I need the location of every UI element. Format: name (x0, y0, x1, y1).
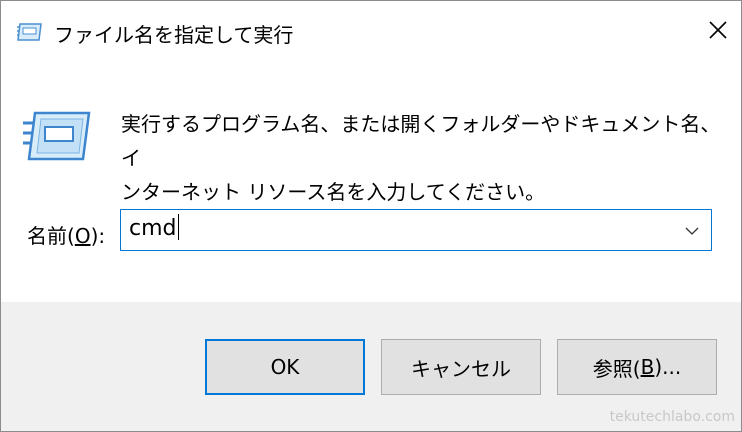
ok-button[interactable]: OK (205, 339, 365, 395)
name-input[interactable]: cmd (129, 214, 179, 242)
close-button[interactable] (695, 1, 741, 63)
run-dialog: ファイル名を指定して実行 実行するプログラム名、または開くフォルダーやドキュメン (0, 0, 742, 432)
dropdown-button[interactable] (679, 217, 705, 243)
browse-label-prefix: 参照( (592, 356, 641, 381)
name-label-suffix: ): (90, 224, 106, 248)
title-bar: ファイル名を指定して実行 (1, 1, 741, 63)
run-app-icon (17, 21, 43, 43)
button-bar: OK キャンセル 参照(B)... tekutechlabo.com (1, 302, 741, 431)
dialog-description: 実行するプログラム名、または開くフォルダーやドキュメント名、イ ンターネット リ… (121, 107, 721, 209)
dialog-content: 実行するプログラム名、または開くフォルダーやドキュメント名、イ ンターネット リ… (1, 63, 741, 302)
browse-button[interactable]: 参照(B)... (557, 339, 717, 395)
window-title: ファイル名を指定して実行 (54, 23, 294, 47)
description-line: ンターネット リソース名を入力してください。 (121, 180, 546, 204)
browse-label-accesskey: B (640, 355, 655, 379)
close-icon (708, 20, 728, 44)
name-label: 名前(O): (27, 220, 105, 249)
description-line: 実行するプログラム名、または開くフォルダーやドキュメント名、イ (121, 112, 721, 170)
name-label-accesskey: O (74, 224, 91, 248)
chevron-down-icon (685, 221, 699, 240)
name-input-value: cmd (129, 216, 177, 241)
cancel-button[interactable]: キャンセル (381, 339, 541, 395)
run-app-icon (23, 107, 93, 167)
name-combobox[interactable]: cmd (120, 209, 712, 251)
name-label-prefix: 名前( (27, 224, 75, 248)
watermark: tekutechlabo.com (609, 409, 735, 425)
text-caret (177, 214, 179, 240)
browse-label-suffix: )... (654, 355, 682, 379)
